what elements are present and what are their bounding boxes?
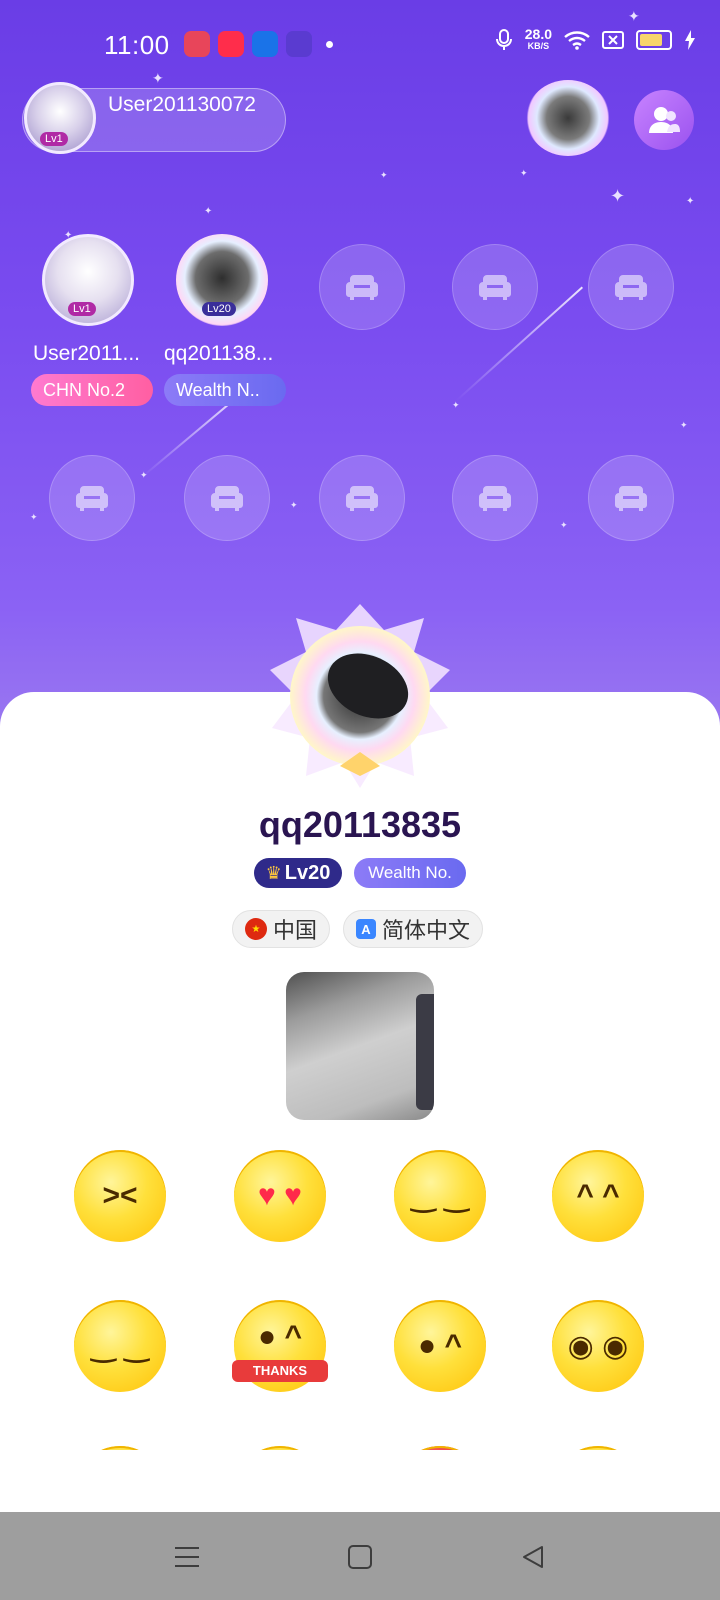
sofa-icon <box>346 275 378 300</box>
empty-seat[interactable] <box>319 455 405 541</box>
empty-seat[interactable] <box>452 455 538 541</box>
star-decor: ✦ <box>610 186 626 206</box>
profile-avatar-frame[interactable] <box>264 600 456 790</box>
country-chip: ★ 中国 <box>232 910 331 948</box>
youtube-app-icon <box>218 31 244 57</box>
star-decor: ✦ <box>30 512 38 522</box>
host-name: User201130072 <box>108 93 256 116</box>
star-decor: ✦ <box>204 206 213 217</box>
status-time: 11:00 <box>104 30 170 60</box>
language-label: 简体中文 <box>382 918 471 943</box>
net-speed-unit: KB/S <box>527 41 550 51</box>
sofa-icon <box>479 486 511 511</box>
seat-1-level-badge: Lv1 <box>68 302 96 316</box>
language-icon: A <box>356 919 376 939</box>
home-square-icon <box>348 1545 372 1569</box>
profile-wealth-badge: Wealth No. <box>354 858 466 888</box>
empty-seat[interactable] <box>588 244 674 330</box>
smile-emoji-icon[interactable]: ◉ ◉ <box>552 1300 644 1392</box>
empty-seat[interactable] <box>319 244 405 330</box>
empty-seat[interactable] <box>184 455 270 541</box>
country-label: 中国 <box>273 918 318 943</box>
online-users-button[interactable] <box>634 90 694 150</box>
china-flag-icon: ★ <box>245 918 267 940</box>
profile-name: qq20113835 <box>258 804 462 845</box>
wink-heart-emoji-icon[interactable]: ● ^ <box>394 1300 486 1392</box>
cheers-emoji-icon[interactable]: ‿ ‿ <box>74 1300 166 1392</box>
crown-icon: ♛ <box>265 862 282 883</box>
charging-icon <box>685 30 695 50</box>
sofa-icon <box>479 275 511 300</box>
language-chip: A 简体中文 <box>343 910 484 948</box>
app-icon <box>252 31 278 57</box>
seat-1-name: User2011... <box>33 342 140 365</box>
status-right: 28.0 KB/S <box>495 27 696 52</box>
app-icon <box>286 31 312 57</box>
status-bar: 11:00 28.0 KB/S <box>0 0 720 86</box>
profile-level: Lv20 <box>284 861 331 884</box>
host-level-badge: Lv1 <box>40 132 68 146</box>
thanks-label: THANKS <box>232 1360 328 1382</box>
sim-off-icon <box>602 31 624 49</box>
menu-icon <box>175 1547 199 1567</box>
star-decor: ✦ <box>680 420 688 430</box>
seat-1-tag: CHN No.2 <box>31 374 153 406</box>
star-decor: ✦ <box>290 500 298 510</box>
star-decor: ✦ <box>560 520 568 530</box>
sofa-icon <box>615 486 647 511</box>
empty-seat[interactable] <box>452 244 538 330</box>
back-triangle-icon <box>523 1546 543 1568</box>
praying-emoji-icon[interactable]: ‿ ‿ <box>394 1150 486 1242</box>
recents-button[interactable] <box>170 1540 204 1574</box>
wifi-icon <box>564 31 590 50</box>
top-user-avatar-frame[interactable] <box>526 80 610 156</box>
people-icon <box>649 107 680 133</box>
heart-eyes-emoji-icon[interactable]: ♥ ♥ <box>234 1150 326 1242</box>
seat-2-name: qq201138... <box>164 342 274 365</box>
system-navigation-bar <box>0 1512 720 1600</box>
sofa-icon <box>211 486 243 511</box>
seat-2-level-badge: Lv20 <box>202 302 236 316</box>
profile-level-badge: ♛ Lv20 <box>254 858 342 888</box>
star-decor: ✦ <box>520 168 528 178</box>
sofa-icon <box>346 486 378 511</box>
star-decor: ✦ <box>686 196 695 207</box>
mic-icon <box>495 29 512 50</box>
star-decor: ✦ <box>380 170 388 180</box>
laughing-emoji-icon[interactable]: >< <box>74 1150 166 1242</box>
home-button[interactable] <box>343 1540 377 1574</box>
empty-seat[interactable] <box>49 455 135 541</box>
battery-icon <box>636 30 672 50</box>
thanks-emoji-icon[interactable]: ● ^ THANKS <box>232 1300 328 1392</box>
empty-seat[interactable] <box>588 455 674 541</box>
notification-dot-icon <box>326 41 333 48</box>
net-speed: 28.0 KB/S <box>525 27 552 52</box>
seat-2-tag: Wealth N.. <box>164 374 286 406</box>
sofa-icon <box>615 275 647 300</box>
back-button[interactable] <box>516 1540 550 1574</box>
sofa-icon <box>76 486 108 511</box>
baidu-app-icon <box>184 31 210 57</box>
emoji-scroll-clip <box>0 1450 720 1512</box>
profile-photo-thumbnail[interactable] <box>286 972 434 1120</box>
tears-of-joy-emoji-icon[interactable]: ^ ^ <box>552 1150 644 1242</box>
